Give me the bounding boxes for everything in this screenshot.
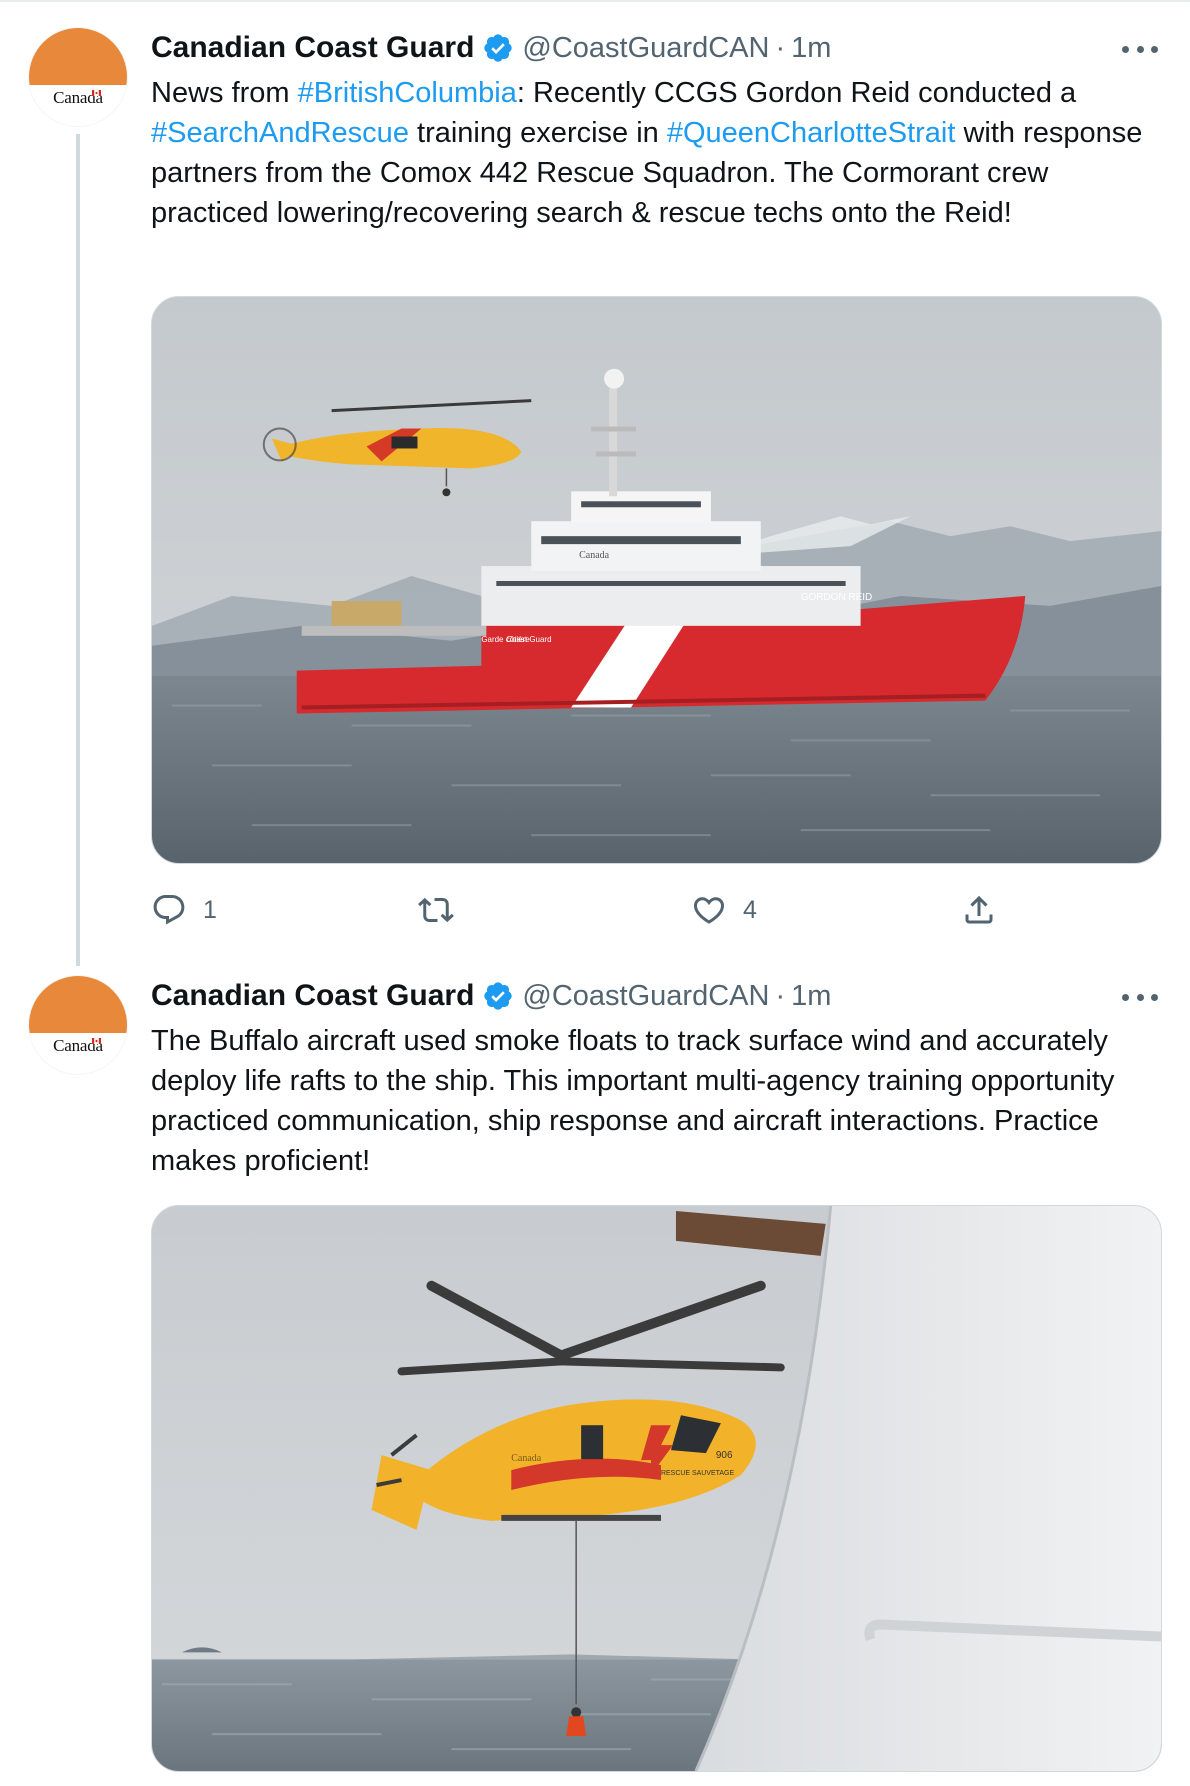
more-options-icon[interactable] bbox=[1122, 39, 1158, 59]
reply-icon bbox=[153, 895, 185, 925]
tweet-2[interactable]: Canada Canadian Coast Guard @CoastGuardC… bbox=[0, 948, 1190, 1786]
avatar-wordmark: Canada bbox=[53, 88, 103, 107]
retweet-button[interactable] bbox=[418, 890, 470, 930]
retweet-icon bbox=[418, 897, 454, 923]
verified-badge-icon bbox=[482, 980, 514, 1012]
hashtag-link[interactable]: #QueenCharlotteStrait bbox=[667, 117, 956, 149]
heli-rescue-text: RESCUE SAUVETAGE bbox=[661, 1470, 734, 1477]
tweet-timestamp[interactable]: 1m bbox=[791, 32, 831, 65]
hull-text-en: Coast Guard bbox=[506, 635, 551, 644]
like-count: 4 bbox=[743, 895, 757, 924]
hashtag-link[interactable]: #SearchAndRescue bbox=[151, 117, 409, 149]
avatar-wordmark: Canada bbox=[53, 1036, 103, 1055]
tweet-photo-ship-and-helicopter[interactable]: GORDON REID Garde côtière Coast Guard Ca… bbox=[151, 296, 1162, 864]
hashtag-link[interactable]: #BritishColumbia bbox=[298, 77, 517, 109]
like-icon bbox=[693, 897, 725, 924]
tweet-text: News from #BritishColumbia: Recently CCG… bbox=[151, 77, 1143, 229]
like-button[interactable]: 4 bbox=[691, 890, 757, 930]
heli-number: 906 bbox=[716, 1450, 733, 1461]
ship-name-label: GORDON REID bbox=[801, 592, 873, 603]
author-handle[interactable]: @CoastGuardCAN bbox=[522, 980, 769, 1013]
separator-dot: · bbox=[775, 31, 786, 64]
ship-wordmark: Canada bbox=[579, 550, 609, 561]
author-avatar[interactable]: Canada bbox=[29, 976, 127, 1074]
heli-wordmark: Canada bbox=[511, 1453, 541, 1464]
reply-button[interactable]: 1 bbox=[151, 890, 217, 930]
thread-connector-line bbox=[76, 134, 80, 966]
author-name[interactable]: Canadian Coast Guard bbox=[151, 31, 474, 65]
tweet-timestamp[interactable]: 1m bbox=[791, 980, 831, 1013]
tweet-actions-bar: 1 4 bbox=[151, 890, 1051, 930]
more-options-icon[interactable] bbox=[1122, 987, 1158, 1007]
share-button[interactable] bbox=[961, 890, 997, 930]
tweet-header: Canadian Coast Guard @CoastGuardCAN · 1m bbox=[151, 31, 831, 65]
author-handle[interactable]: @CoastGuardCAN bbox=[522, 32, 769, 65]
separator-dot: · bbox=[775, 979, 786, 1012]
tweet-photo-helicopter-hoist[interactable]: 906 RESCUE SAUVETAGE Canada bbox=[151, 1205, 1162, 1772]
verified-badge-icon bbox=[482, 32, 514, 64]
reply-count: 1 bbox=[203, 895, 217, 924]
canada-flag-icon bbox=[92, 1038, 101, 1044]
author-name[interactable]: Canadian Coast Guard bbox=[151, 979, 474, 1013]
tweet-header: Canadian Coast Guard @CoastGuardCAN · 1m bbox=[151, 979, 831, 1013]
share-icon bbox=[965, 895, 993, 924]
tweet-1[interactable]: Canada Canadian Coast Guard @CoastGuardC… bbox=[0, 0, 1190, 966]
author-avatar[interactable]: Canada bbox=[29, 28, 127, 126]
canada-flag-icon bbox=[92, 90, 101, 96]
tweet-text: The Buffalo aircraft used smoke floats t… bbox=[151, 1025, 1115, 1177]
